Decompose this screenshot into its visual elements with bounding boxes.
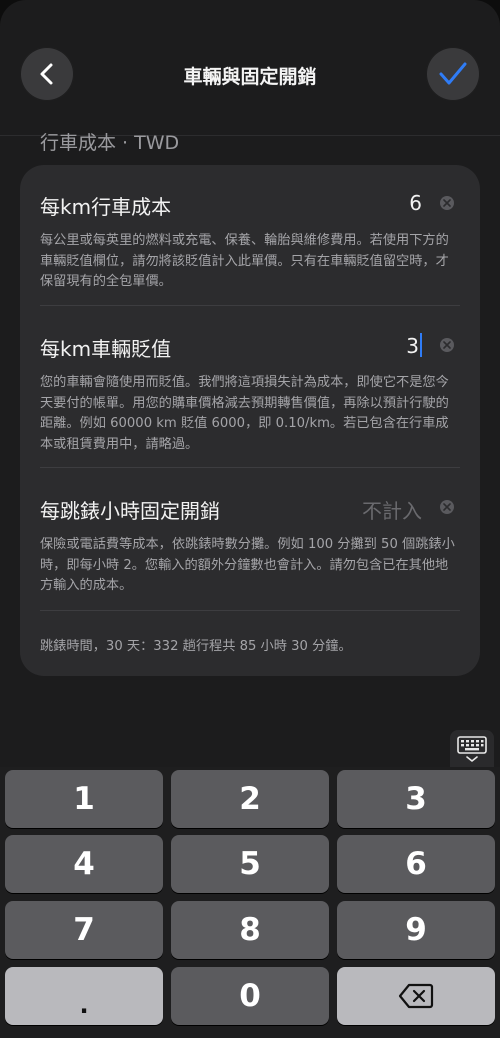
key-decimal[interactable]: . bbox=[5, 967, 163, 1025]
key-3[interactable]: 3 bbox=[337, 770, 495, 828]
row-description: 每公里或每英里的燃料或充電、保養、輪胎與維修費用。若使用下方的車輛貶值欄位，請勿… bbox=[40, 233, 449, 289]
fixed-cost-input[interactable]: 不計入 bbox=[362, 495, 422, 524]
delete-key[interactable] bbox=[337, 967, 495, 1025]
key-2[interactable]: 2 bbox=[171, 770, 329, 828]
key-5[interactable]: 5 bbox=[171, 835, 329, 893]
close-icon bbox=[443, 199, 451, 207]
backspace-icon bbox=[398, 983, 434, 1009]
nav-bar: 車輛與固定開銷 bbox=[0, 22, 500, 136]
key-decimal-label: . bbox=[79, 991, 89, 1019]
close-icon bbox=[443, 341, 451, 349]
clear-button[interactable] bbox=[440, 500, 454, 514]
key-4[interactable]: 4 bbox=[5, 835, 163, 893]
numeric-keypad: 1 2 3 4 5 6 7 8 9 . 0 bbox=[0, 767, 500, 1038]
clear-button[interactable] bbox=[440, 196, 454, 210]
keyboard-dismiss-icon bbox=[457, 736, 487, 762]
driving-cost-input[interactable]: 6 bbox=[409, 191, 422, 215]
section-label: 行車成本 · TWD bbox=[40, 132, 180, 154]
row-title: 每km車輛貶值 bbox=[40, 337, 172, 361]
key-7[interactable]: 7 bbox=[5, 901, 163, 959]
row-description: 您的車輛會隨使用而貶值。我們將這項損失計為成本，即使它不是您今天要付的帳單。用您… bbox=[40, 375, 449, 452]
row-description: 保險或電話費等成本，依跳錶時數分攤。例如 100 分攤到 50 個跳錶小時，即每… bbox=[40, 537, 455, 593]
page-title: 車輛與固定開銷 bbox=[183, 66, 317, 88]
key-1[interactable]: 1 bbox=[5, 770, 163, 828]
close-icon bbox=[443, 503, 451, 511]
depreciation-input[interactable]: 3 bbox=[406, 333, 422, 358]
key-9[interactable]: 9 bbox=[337, 901, 495, 959]
depreciation-value: 3 bbox=[406, 334, 419, 358]
clear-button[interactable] bbox=[440, 338, 454, 352]
row-title: 每跳錶小時固定開銷 bbox=[40, 499, 220, 523]
cost-card: 每km行車成本 6 每公里或每英里的燃料或充電、保養、輪胎與維修費用。若使用下方… bbox=[20, 165, 480, 676]
text-caret bbox=[420, 333, 422, 357]
key-6[interactable]: 6 bbox=[337, 835, 495, 893]
row-divider bbox=[40, 467, 460, 468]
row-divider bbox=[40, 610, 460, 611]
done-button[interactable] bbox=[426, 47, 480, 101]
row-divider bbox=[40, 305, 460, 306]
footer-note: 跳錶時間，30 天：332 趟行程共 85 小時 30 分鐘。 bbox=[40, 639, 352, 654]
row-title: 每km行車成本 bbox=[40, 195, 172, 219]
settings-sheet: 車輛與固定開銷 行車成本 · TWD 每km行車成本 6 每公里或每英里的燃料或… bbox=[0, 0, 500, 767]
key-8[interactable]: 8 bbox=[171, 901, 329, 959]
checkmark-icon bbox=[439, 62, 467, 85]
key-0[interactable]: 0 bbox=[171, 967, 329, 1025]
keyboard-dismiss-button[interactable] bbox=[450, 730, 494, 768]
